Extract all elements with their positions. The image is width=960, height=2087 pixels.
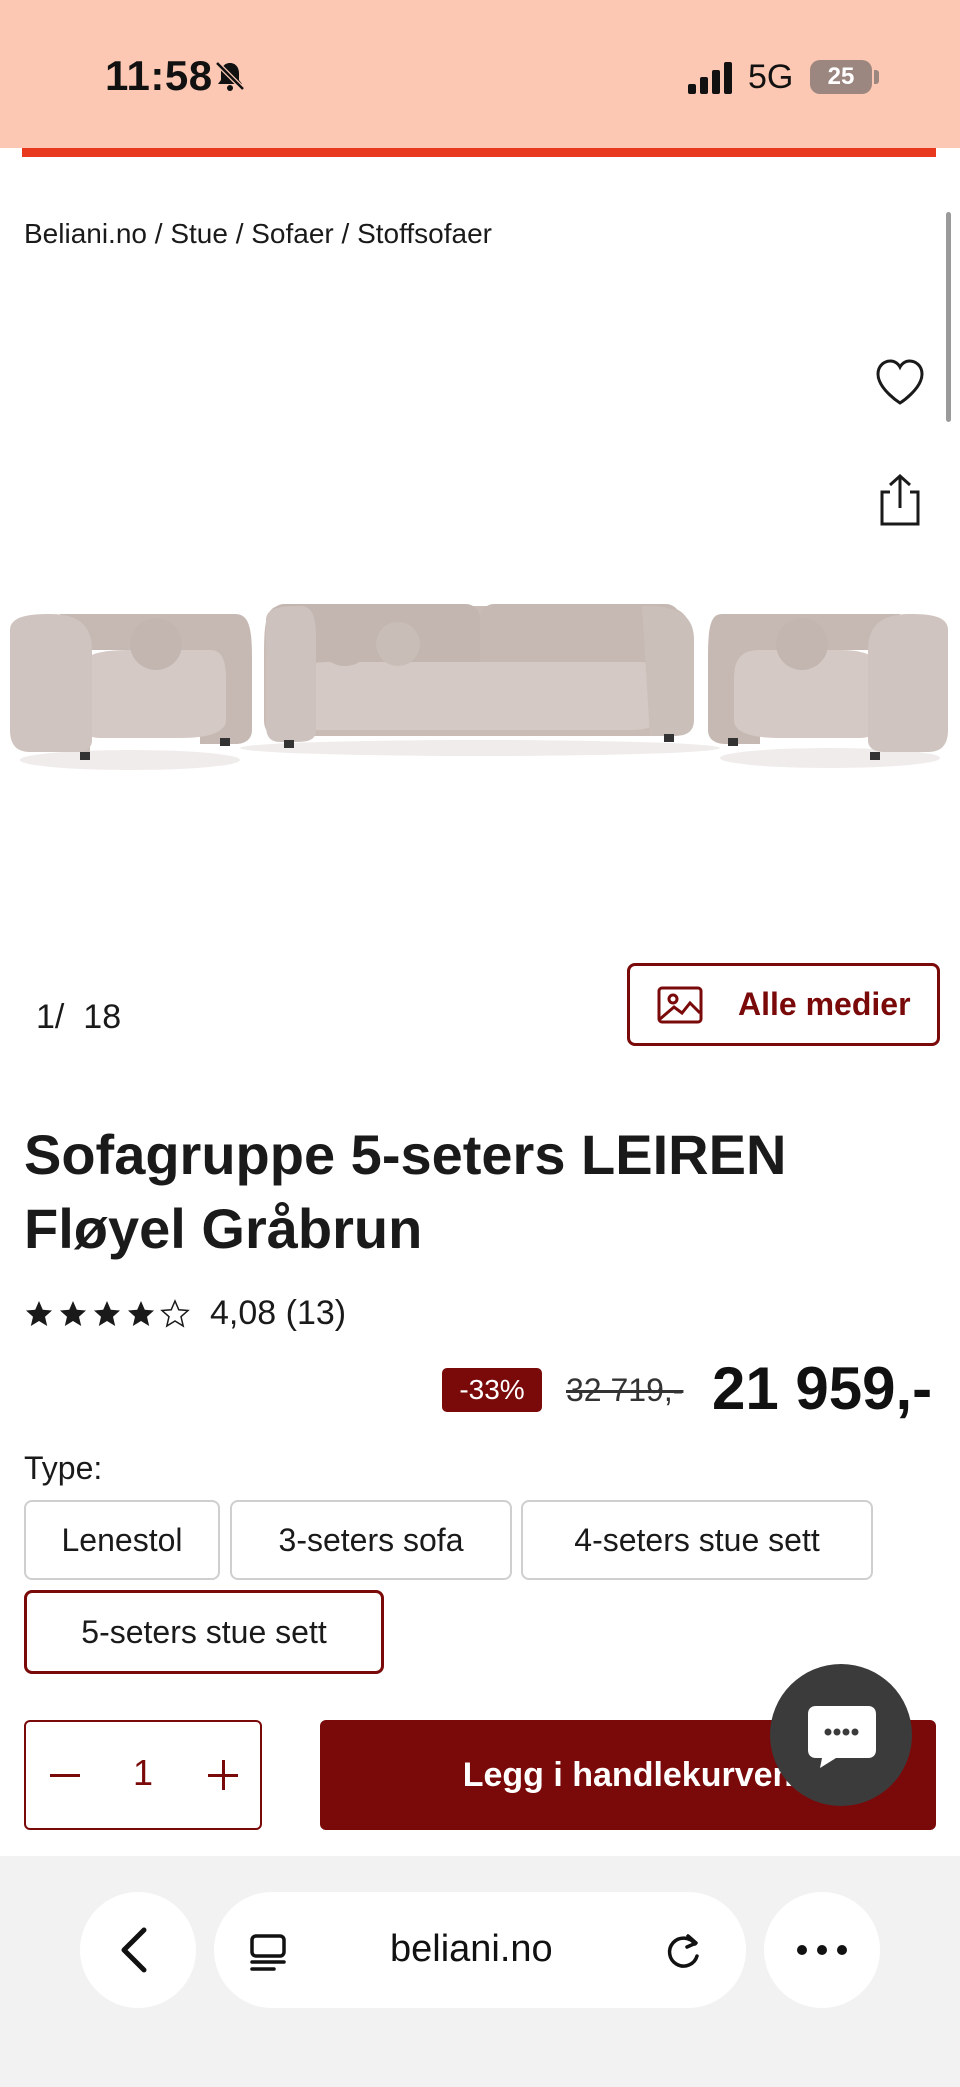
header-accent-bar — [22, 148, 936, 157]
increase-quantity-button[interactable] — [198, 1750, 248, 1800]
signal-icon — [688, 62, 732, 94]
all-media-label: Alle medier — [738, 986, 911, 1022]
reload-icon[interactable] — [662, 1930, 704, 1972]
scroll-indicator — [946, 212, 951, 422]
armchair-left — [10, 614, 252, 770]
type-option-4-seters-stue-sett[interactable]: 4-seters stue sett — [521, 1500, 873, 1580]
all-media-button[interactable]: Alle medier — [627, 963, 940, 1046]
ellipsis-icon — [797, 1945, 847, 1955]
star-full-icon — [128, 1300, 154, 1326]
old-price: 32 719,- — [566, 1372, 684, 1408]
rating-stars — [24, 1298, 190, 1329]
star-full-icon — [94, 1300, 120, 1326]
type-option-3-seters-sofa[interactable]: 3-seters sofa — [230, 1500, 512, 1580]
star-full-icon — [26, 1300, 52, 1326]
star-full-icon — [60, 1300, 86, 1326]
status-bar: 11:58 5G 25 — [0, 0, 960, 148]
battery-icon: 25 — [810, 60, 872, 94]
current-price: 21 959,- — [712, 1355, 933, 1422]
browser-more-button[interactable] — [764, 1892, 880, 2008]
sofa-center — [240, 604, 720, 756]
address-bar-url[interactable]: beliani.no — [390, 1928, 553, 1971]
breadcrumb[interactable]: Beliani.no / Stue / Sofaer / Stoffsofaer — [24, 218, 492, 250]
tabs-icon — [250, 1934, 286, 1971]
product-image[interactable] — [0, 580, 960, 800]
image-icon — [657, 986, 703, 1023]
gallery-counter: 1/ 18 — [36, 998, 121, 1037]
gallery-index: 1 — [36, 998, 55, 1036]
type-option-lenestol[interactable]: Lenestol — [24, 1500, 220, 1580]
chat-icon — [808, 1706, 876, 1768]
status-time: 11:58 — [105, 52, 213, 99]
gallery-separator: / — [54, 998, 65, 1036]
product-title: Sofagruppe 5-seters LEIREN Fløyel Gråbru… — [24, 1123, 787, 1260]
browser-back-button[interactable] — [80, 1892, 196, 2008]
type-option-5-seters-stue-sett[interactable]: 5-seters stue sett — [24, 1590, 384, 1674]
quantity-stepper: 1 — [24, 1720, 262, 1830]
product-rating[interactable]: 4,08 (13) — [24, 1294, 346, 1333]
bell-muted-icon — [215, 61, 245, 91]
discount-badge: -33% — [442, 1368, 542, 1412]
chat-button[interactable] — [770, 1664, 912, 1806]
network-label: 5G — [748, 58, 794, 96]
rating-text: 4,08 (13) — [210, 1294, 347, 1332]
armchair-right — [708, 614, 948, 768]
battery-tip — [874, 70, 879, 84]
heart-icon[interactable] — [872, 355, 928, 411]
chevron-left-icon — [121, 1927, 147, 1973]
gallery-total: 18 — [83, 998, 122, 1036]
star-empty-icon — [160, 1298, 190, 1328]
type-label: Type: — [24, 1450, 103, 1486]
share-icon[interactable] — [876, 472, 924, 528]
